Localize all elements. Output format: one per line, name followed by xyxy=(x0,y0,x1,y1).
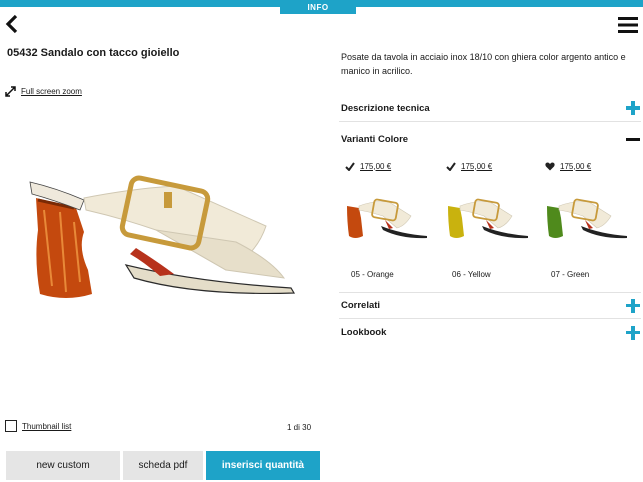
variant-name: 07 - Green xyxy=(551,270,590,279)
variant-image[interactable] xyxy=(345,198,429,244)
variant-price-row[interactable]: 175,00 € xyxy=(545,158,640,174)
section-color-variants[interactable]: Varianti Colore xyxy=(339,126,641,153)
thumbnail-list-toggle[interactable]: Thumbnail list xyxy=(5,420,71,432)
section-technical-description[interactable]: Descrizione tecnica xyxy=(339,95,641,122)
plus-icon[interactable] xyxy=(626,101,640,115)
section-label: Lookbook xyxy=(341,327,387,338)
variant-card[interactable]: 175,00 € 07 - Green xyxy=(545,158,640,279)
hamburger-icon xyxy=(618,17,638,33)
check-icon xyxy=(345,161,355,171)
product-image[interactable] xyxy=(26,170,306,310)
back-button[interactable] xyxy=(4,14,20,34)
section-related[interactable]: Correlati xyxy=(339,292,641,319)
thumbnail-label: Thumbnail list xyxy=(22,421,72,431)
chevron-left-icon xyxy=(5,14,18,34)
info-tab[interactable]: INFO xyxy=(280,2,356,14)
plus-icon[interactable] xyxy=(626,298,640,313)
section-label: Descrizione tecnica xyxy=(341,102,430,114)
variant-card[interactable]: 175,00 € 06 - Yellow xyxy=(446,158,541,279)
section-lookbook[interactable]: Lookbook xyxy=(339,319,641,346)
zoom-label: Full screen zoom xyxy=(21,87,82,96)
product-title: 05432 Sandalo con tacco gioiello xyxy=(7,47,180,59)
variant-price: 175,00 € xyxy=(360,161,392,171)
menu-button[interactable] xyxy=(618,16,638,34)
full-screen-zoom-link[interactable]: Full screen zoom xyxy=(5,86,82,97)
new-custom-button[interactable]: new custom xyxy=(6,451,120,480)
check-icon xyxy=(446,161,456,171)
pdf-sheet-button[interactable]: scheda pdf xyxy=(123,451,203,480)
minus-icon[interactable] xyxy=(626,133,640,147)
plus-icon[interactable] xyxy=(626,325,640,340)
thumbnail-checkbox[interactable] xyxy=(5,420,17,432)
heart-icon xyxy=(545,161,555,170)
variant-image[interactable] xyxy=(545,198,629,244)
variant-card[interactable]: 175,00 € 05 - Orange xyxy=(345,158,440,279)
section-label: Correlati xyxy=(341,300,381,311)
variant-name: 06 - Yellow xyxy=(452,270,491,279)
section-label: Varianti Colore xyxy=(341,134,409,145)
variant-price: 175,00 € xyxy=(560,161,592,171)
variant-name: 05 - Orange xyxy=(351,270,394,279)
variant-image[interactable] xyxy=(446,198,530,244)
expand-icon xyxy=(5,86,16,97)
image-page-count: 1 di 30 xyxy=(287,423,312,432)
add-quantity-button[interactable]: inserisci quantità xyxy=(206,451,320,480)
variant-price: 175,00 € xyxy=(461,161,493,171)
variant-price-row[interactable]: 175,00 € xyxy=(345,158,440,174)
variant-price-row[interactable]: 175,00 € xyxy=(446,158,541,174)
product-description: Posate da tavola in acciaio inox 18/10 c… xyxy=(341,52,626,76)
